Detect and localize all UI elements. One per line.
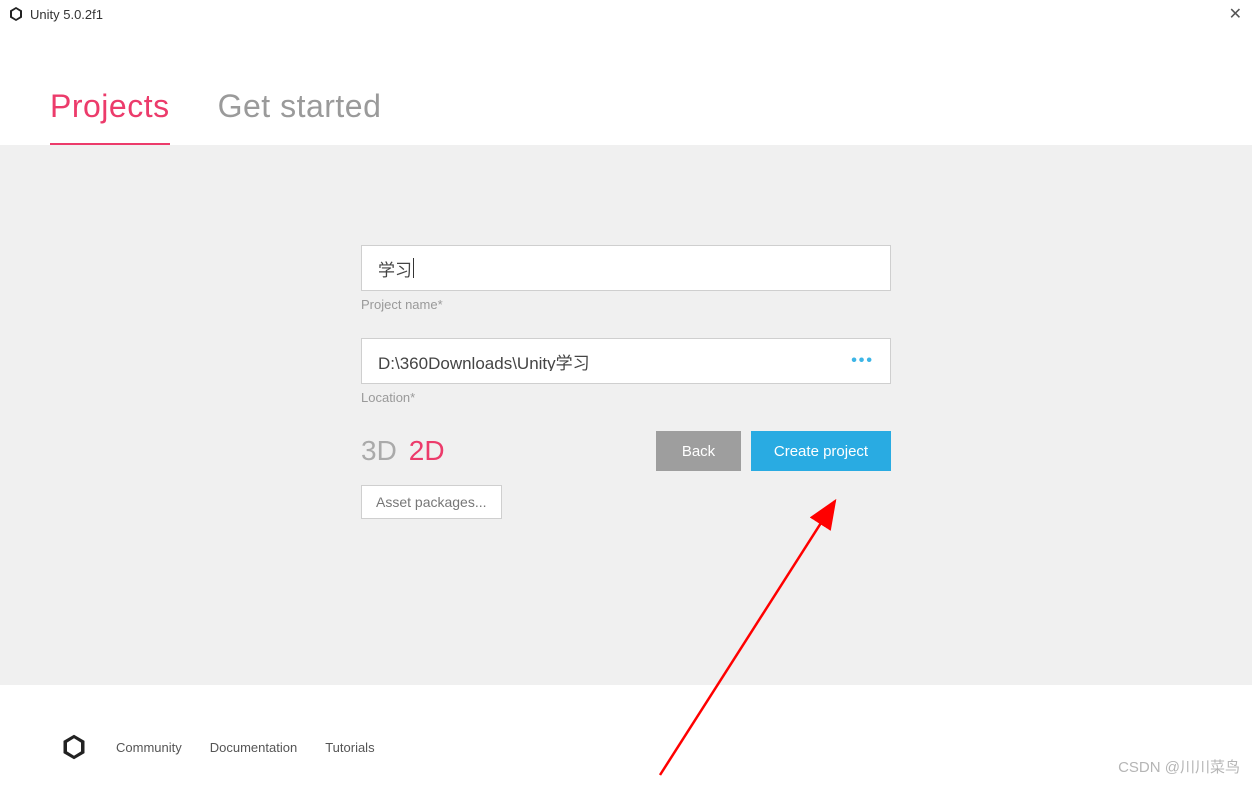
dimension-toggle: 3D 2D xyxy=(361,435,445,467)
footer: Community Documentation Tutorials xyxy=(0,711,1252,783)
content-area: 学习 Project name* ••• Location* 3D 2D Bac… xyxy=(0,145,1252,685)
tab-get-started[interactable]: Get started xyxy=(218,88,382,145)
footer-link-documentation[interactable]: Documentation xyxy=(210,740,297,755)
project-name-label: Project name* xyxy=(361,297,891,312)
tab-projects[interactable]: Projects xyxy=(50,88,170,145)
mode-2d-option[interactable]: 2D xyxy=(409,435,445,467)
close-icon[interactable]: ✕ xyxy=(1229,4,1242,24)
create-project-button[interactable]: Create project xyxy=(751,431,891,471)
footer-link-tutorials[interactable]: Tutorials xyxy=(325,740,374,755)
unity-logo-icon xyxy=(60,733,88,761)
unity-icon xyxy=(8,6,24,22)
mode-and-actions-row: 3D 2D Back Create project xyxy=(361,431,891,471)
titlebar: Unity 5.0.2f1 ✕ xyxy=(0,0,1252,28)
new-project-form: 学习 Project name* ••• Location* 3D 2D Bac… xyxy=(361,245,891,685)
mode-3d-option[interactable]: 3D xyxy=(361,435,397,467)
footer-link-community[interactable]: Community xyxy=(116,740,182,755)
window-title: Unity 5.0.2f1 xyxy=(30,7,103,22)
location-input-wrapper[interactable]: ••• xyxy=(361,338,891,384)
location-input[interactable] xyxy=(378,351,874,371)
location-label: Location* xyxy=(361,390,891,405)
watermark-text: CSDN @川川菜鸟 xyxy=(1118,756,1240,777)
tabs-container: Projects Get started xyxy=(0,28,1252,145)
project-name-input[interactable]: 学习 xyxy=(378,256,412,281)
action-buttons: Back Create project xyxy=(656,431,891,471)
browse-location-icon[interactable]: ••• xyxy=(851,352,874,370)
asset-packages-button[interactable]: Asset packages... xyxy=(361,485,502,519)
text-cursor xyxy=(413,258,414,278)
back-button[interactable]: Back xyxy=(656,431,741,471)
project-name-input-wrapper[interactable]: 学习 xyxy=(361,245,891,291)
